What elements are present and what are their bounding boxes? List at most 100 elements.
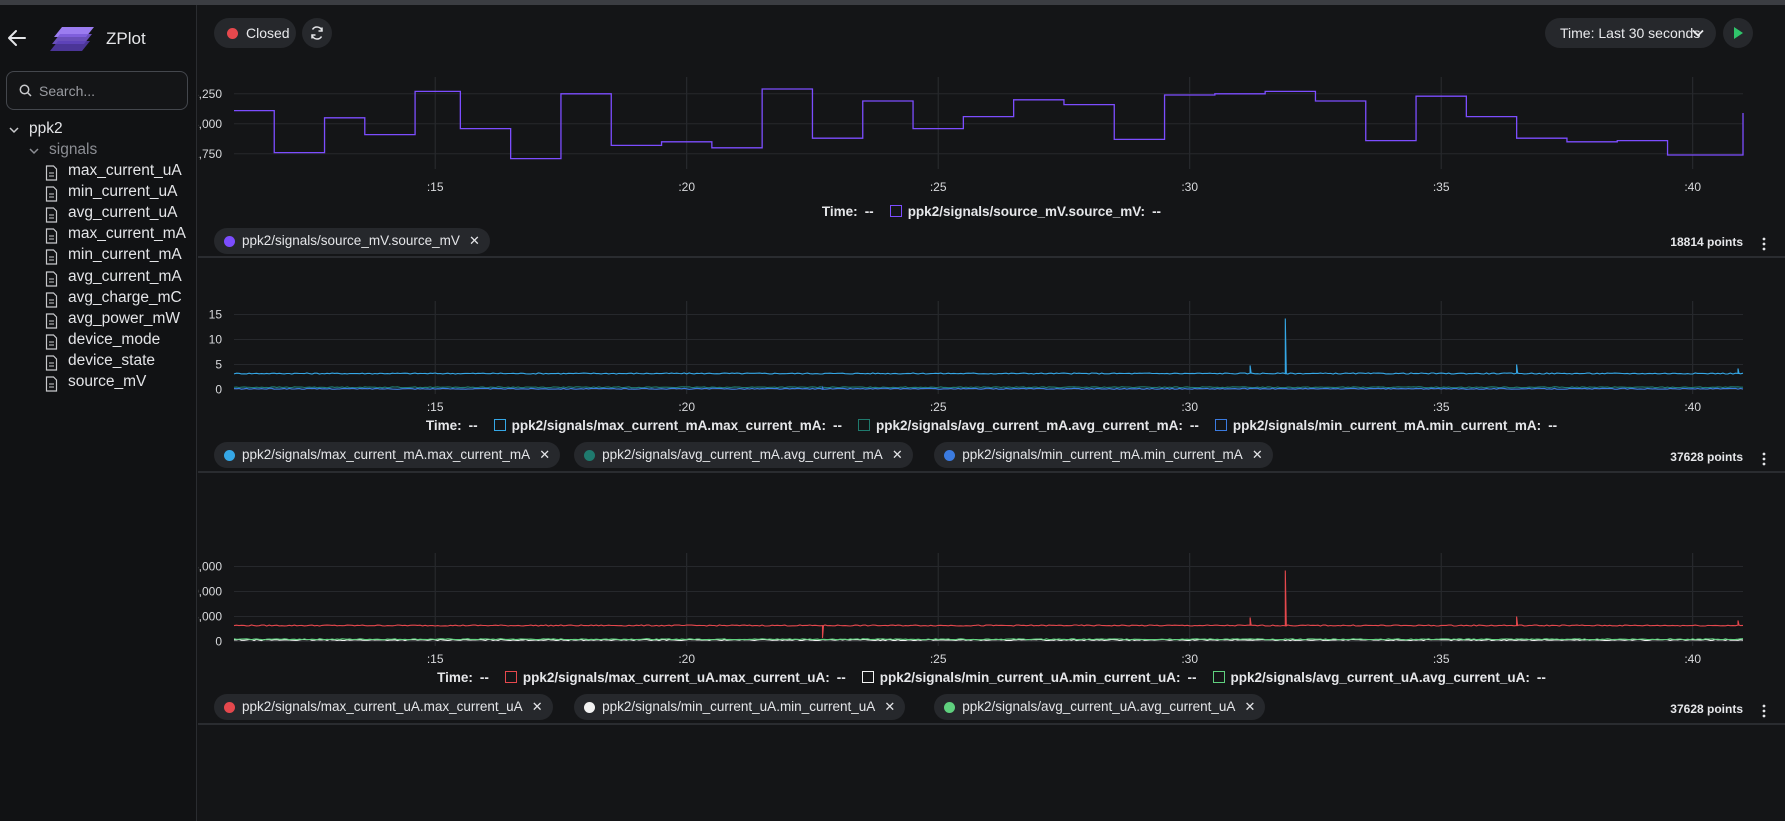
series-chip[interactable]: ppk2/signals/min_current_mA.min_current_… <box>934 442 1273 468</box>
legend-time-value: -- <box>468 418 478 433</box>
x-tick-label: :15 <box>427 180 444 194</box>
play-icon <box>1734 27 1743 39</box>
hover-legend: Time: -- ppk2/signals/source_mV.source_mV:… <box>198 204 1785 219</box>
close-icon[interactable]: ✕ <box>469 233 480 249</box>
legend-swatch <box>504 671 517 683</box>
legend-time-label: Time: <box>425 418 462 433</box>
series-color-dot <box>224 450 235 461</box>
legend-series-label: ppk2/signals/source_mV.source_mV: <box>907 204 1146 219</box>
back-arrow-icon[interactable] <box>6 27 28 49</box>
close-icon[interactable]: ✕ <box>884 699 895 715</box>
series-color-dot <box>224 236 235 247</box>
point-count: 37628 points <box>1670 450 1743 464</box>
tree-item-label: source_mV <box>68 373 147 390</box>
series-chip[interactable]: ppk2/signals/avg_current_mA.avg_current_… <box>574 442 913 468</box>
series-line-0 <box>233 318 1744 375</box>
play-button[interactable] <box>1723 18 1753 48</box>
series-line-0 <box>233 570 1744 639</box>
x-tick-label: :30 <box>1181 180 1198 194</box>
more-vertical-icon[interactable] <box>1757 451 1771 467</box>
y-tick-label: 2,750 <box>198 147 222 161</box>
x-tick-label: :20 <box>678 400 695 414</box>
app-name: ZPlot <box>106 29 146 48</box>
hover-legend: Time: -- ppk2/signals/max_current_uA.max_c… <box>198 670 1785 685</box>
x-tick-label: :30 <box>1181 652 1198 666</box>
search-box[interactable] <box>6 71 188 110</box>
series-chip[interactable]: ppk2/signals/max_current_mA.max_current_… <box>214 442 561 468</box>
close-icon[interactable]: ✕ <box>1244 699 1255 715</box>
x-tick-label: :35 <box>1433 180 1450 194</box>
series-chip-label: ppk2/signals/max_current_uA.max_current_… <box>242 699 523 714</box>
series-chip[interactable]: ppk2/signals/min_current_uA.min_current_… <box>574 694 906 720</box>
file-icon <box>45 207 58 223</box>
hover-legend: Time: -- ppk2/signals/max_current_mA.max_c… <box>198 418 1785 433</box>
file-icon <box>45 376 58 392</box>
legend-series-label: ppk2/signals/min_current_mA.min_current_… <box>1232 418 1542 433</box>
series-color-dot <box>584 702 596 713</box>
series-chip[interactable]: ppk2/signals/source_mV.source_mV ✕ <box>214 228 490 254</box>
chevron-down-icon <box>9 127 19 134</box>
x-tick-label: :35 <box>1433 652 1450 666</box>
y-tick-label: 3,000 <box>198 117 222 131</box>
point-count: 37628 points <box>1670 702 1743 716</box>
time-range-select[interactable]: Time: Last 30 seconds <box>1545 18 1716 48</box>
legend-swatch <box>857 419 870 431</box>
search-icon <box>19 84 32 97</box>
search-input[interactable] <box>39 80 179 102</box>
legend-time-value: -- <box>864 204 874 219</box>
legend-series-value: -- <box>1152 204 1162 219</box>
y-tick-label: 5 <box>215 358 222 372</box>
more-vertical-icon[interactable] <box>1757 703 1771 719</box>
connection-status-label: Closed <box>246 25 290 41</box>
legend-series-value: -- <box>836 670 846 685</box>
close-icon[interactable]: ✕ <box>532 699 543 715</box>
close-icon[interactable]: ✕ <box>539 447 550 463</box>
series-chip-label: ppk2/signals/min_current_uA.min_current_… <box>602 699 876 714</box>
series-line-1 <box>233 386 1743 389</box>
close-icon[interactable]: ✕ <box>892 447 903 463</box>
y-tick-label: 0 <box>215 383 222 397</box>
file-icon <box>45 228 58 244</box>
legend-series-value: -- <box>1189 418 1199 433</box>
chart-plot[interactable]: :15:20:25:30:35:40 2,750 3,000 3,250 <box>198 65 1785 201</box>
series-chip[interactable]: ppk2/signals/avg_current_uA.avg_current_… <box>934 694 1266 720</box>
connection-status-button[interactable]: Closed <box>214 18 296 48</box>
legend-series-value: -- <box>1187 670 1197 685</box>
x-tick-label: :25 <box>930 400 947 414</box>
series-chip-label: ppk2/signals/avg_current_mA.avg_current_… <box>602 447 883 462</box>
x-tick-label: :20 <box>678 652 695 666</box>
zplot-logo-icon <box>50 27 94 51</box>
status-dot-icon <box>227 28 238 39</box>
x-tick-label: :35 <box>1433 400 1450 414</box>
refresh-button[interactable] <box>302 18 332 48</box>
series-chip[interactable]: ppk2/signals/max_current_uA.max_current_… <box>214 694 553 720</box>
sidebar: ZPlot ppk2 signals max_current_uA min_cur… <box>0 5 197 821</box>
chart-panel-source-mV: :15:20:25:30:35:40 2,750 3,000 3,250 Time: --… <box>198 65 1785 297</box>
close-icon[interactable]: ✕ <box>1252 447 1263 463</box>
series-line-2 <box>233 638 1744 641</box>
series-chip-label: ppk2/signals/max_current_mA.max_current_… <box>242 447 531 462</box>
chart-plot[interactable]: :15:20:25:30:35:40 0 5 10 15 <box>198 297 1785 433</box>
panel-divider <box>198 723 1785 725</box>
x-tick-label: :15 <box>427 652 444 666</box>
series-color-dot <box>944 450 956 461</box>
legend-series-label: ppk2/signals/avg_current_uA.avg_current_… <box>1230 670 1530 685</box>
x-tick-label: :25 <box>930 652 947 666</box>
x-tick-label: :20 <box>678 180 695 194</box>
main-area: Closed Time: Last 30 seconds :15 :20 :25 :3… <box>198 5 1785 821</box>
x-tick-label: :40 <box>1684 400 1701 414</box>
legend-series-label: ppk2/signals/max_current_mA.max_current_… <box>511 418 826 433</box>
chart-plot[interactable]: :15:20:25:30:35:40 0 5,000 10,000 15,000 <box>198 549 1785 685</box>
legend-swatch <box>889 205 902 217</box>
file-icon <box>45 270 58 287</box>
tree-node-label: signals <box>49 141 98 158</box>
tree-item-label: device_state <box>68 351 156 369</box>
series-chip-label: ppk2/signals/source_mV.source_mV <box>242 233 460 248</box>
x-tick-label: :30 <box>1181 400 1198 414</box>
chevron-down-icon <box>29 148 39 155</box>
point-count: 18814 points <box>1670 235 1743 249</box>
refresh-icon <box>311 26 323 40</box>
tree-item-label: min_current_uA <box>68 183 178 201</box>
more-vertical-icon[interactable] <box>1757 236 1771 252</box>
series-color-dot <box>944 702 956 713</box>
